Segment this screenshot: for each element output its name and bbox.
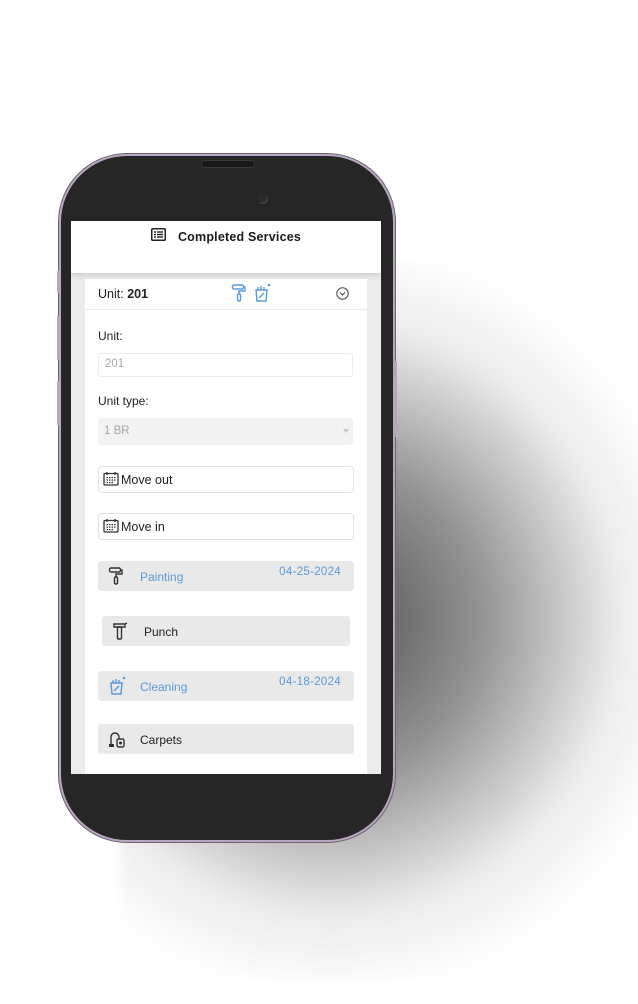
move-out-label: Move out: [121, 472, 173, 487]
app-header: Completed Services: [71, 221, 381, 273]
phone-frame: Completed Services Unit: 201 Unit: 201 U…: [57, 156, 397, 840]
unit-type-select[interactable]: 1 BR: [98, 418, 353, 445]
calendar-icon: [103, 471, 119, 489]
phone-power-button: [394, 361, 397, 437]
move-out-date-field[interactable]: Move out: [98, 466, 354, 493]
unit-field-label: Unit:: [98, 329, 123, 343]
service-name: Punch: [144, 625, 179, 639]
phone-volume-down-button: [57, 381, 60, 425]
cleaning-icon: [108, 676, 126, 696]
service-name: Cleaning: [140, 680, 188, 694]
paint-roller-icon: [108, 566, 126, 586]
unit-input[interactable]: 201: [98, 353, 353, 377]
phone-camera: [255, 191, 271, 207]
service-item-painting[interactable]: Painting 04-25-2024: [98, 561, 354, 591]
move-in-label: Move in: [121, 519, 165, 534]
hammer-icon: [112, 621, 130, 641]
service-item-cleaning[interactable]: Cleaning 04-18-2024: [98, 671, 354, 701]
phone-volume-up-button: [57, 316, 60, 360]
unit-heading: Unit: 201: [98, 287, 149, 301]
paint-roller-icon: [231, 283, 247, 308]
unit-card: Unit: 201 Unit: 201 Unit type: 1 BR Move…: [85, 279, 367, 774]
caret-down-icon: [343, 429, 349, 433]
vacuum-icon: [108, 729, 126, 749]
list-icon: [150, 228, 166, 246]
page-title: Completed Services: [177, 230, 302, 244]
app-screen: Completed Services Unit: 201 Unit: 201 U…: [71, 221, 381, 774]
service-name: Painting: [140, 570, 184, 584]
unit-type-value: 1 BR: [104, 425, 130, 437]
unit-number: 201: [127, 287, 149, 301]
phone-speaker: [201, 160, 255, 168]
unit-type-label: Unit type:: [98, 394, 149, 408]
chevron-down-circle-icon[interactable]: [336, 287, 349, 300]
service-item-punch[interactable]: Punch: [102, 616, 350, 646]
move-in-date-field[interactable]: Move in: [98, 513, 354, 540]
service-date: 04-18-2024: [279, 676, 341, 688]
service-item-carpets[interactable]: Carpets: [98, 724, 354, 754]
unit-card-header[interactable]: Unit: 201: [85, 279, 367, 310]
calendar-icon: [103, 518, 119, 536]
service-name: Carpets: [140, 733, 183, 747]
cleaning-icon: [253, 283, 271, 308]
phone-mute-switch: [57, 271, 60, 293]
service-date: 04-25-2024: [279, 566, 341, 578]
